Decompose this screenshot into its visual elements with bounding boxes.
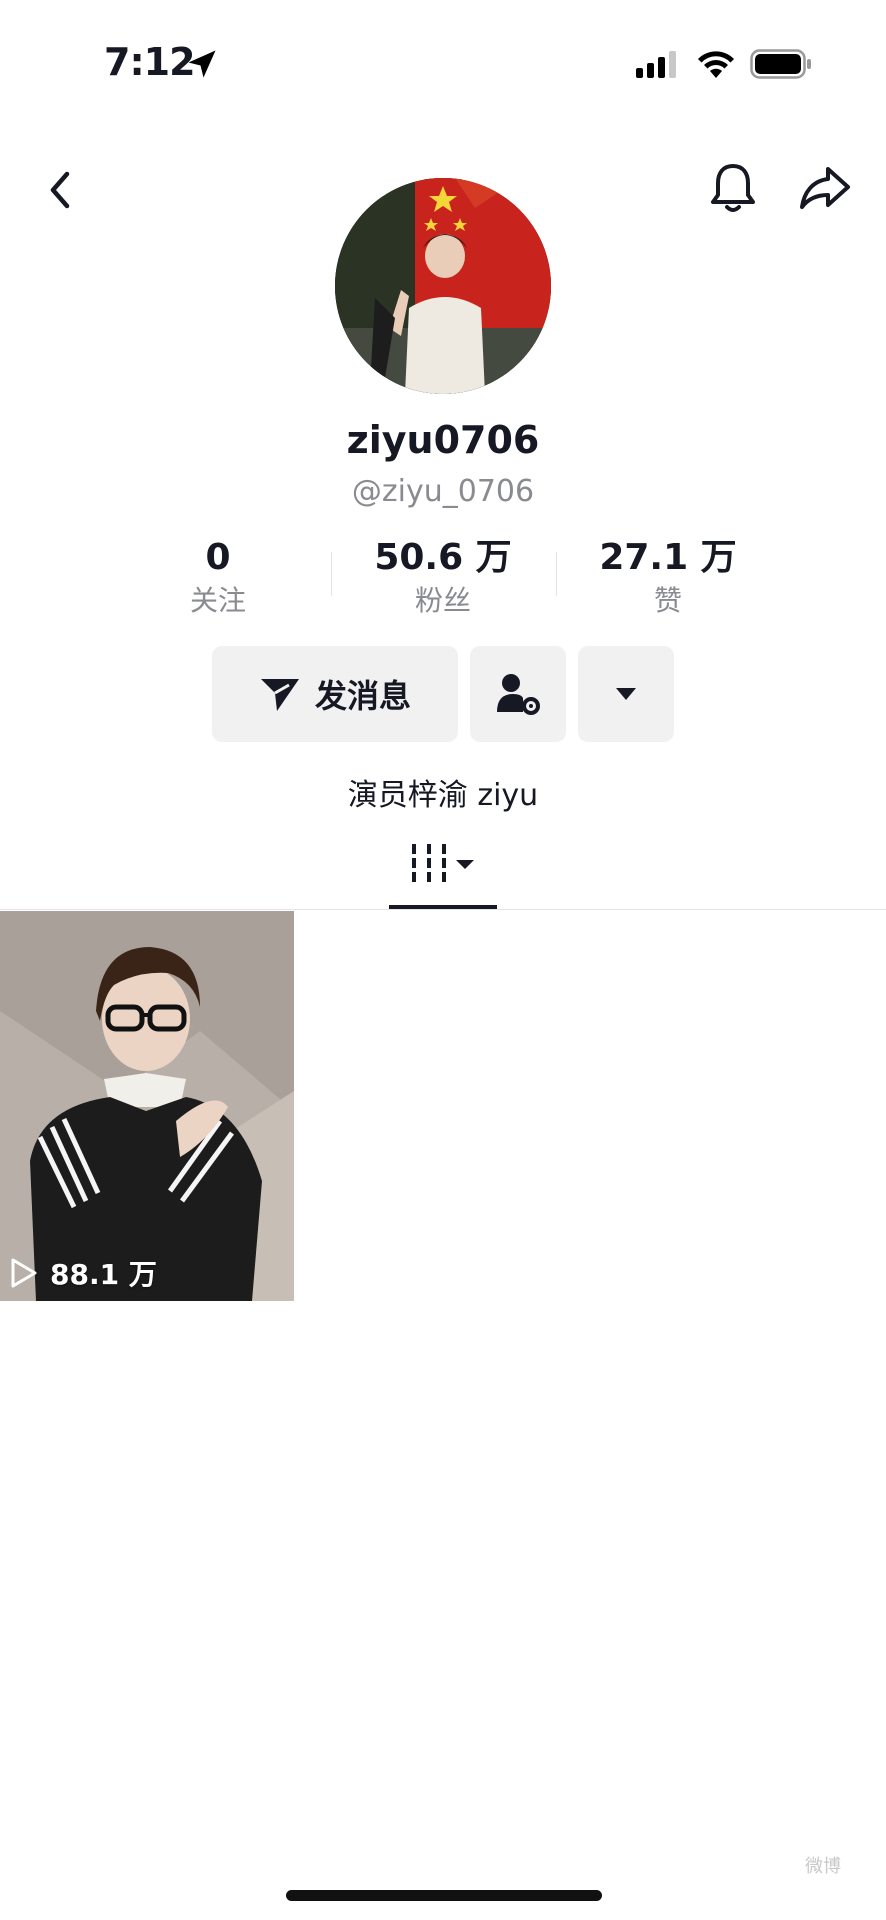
stat-followers-label: 粉丝 (414, 584, 471, 617)
play-outline-icon (11, 1258, 37, 1288)
bell-icon (711, 164, 755, 212)
chevron-left-icon (50, 171, 70, 209)
stat-likes-count: 27.1 万 (599, 537, 737, 578)
stat-divider (331, 552, 332, 596)
back-button[interactable] (30, 160, 90, 220)
share-arrow-icon (800, 167, 850, 209)
notification-bell-button[interactable] (700, 155, 766, 221)
stat-likes[interactable]: 27.1 万 赞 (578, 536, 758, 620)
grid-filter-icon[interactable] (410, 840, 480, 890)
tabs-divider (0, 909, 886, 910)
send-icon (260, 679, 299, 711)
caret-down-icon (616, 688, 636, 700)
watermark: 微博 (805, 1856, 841, 1877)
video-view-count: 88.1 万 (10, 1253, 157, 1293)
cellular-signal-icon (636, 51, 676, 78)
stat-following[interactable]: 0 关注 (128, 536, 308, 620)
stat-likes-label: 赞 (653, 584, 682, 617)
user-settings-icon (497, 674, 540, 715)
stat-followers[interactable]: 50.6 万 粉丝 (353, 536, 533, 620)
home-indicator[interactable] (286, 1890, 602, 1901)
location-arrow-icon (188, 50, 216, 78)
avatar-photo (335, 178, 551, 394)
more-options-dropdown-button[interactable] (578, 646, 674, 742)
avatar[interactable] (335, 178, 551, 394)
stat-divider (556, 552, 557, 596)
username-handle: @ziyu_0706 (351, 474, 535, 509)
stat-following-count: 0 (205, 537, 231, 578)
user-settings-button[interactable] (470, 646, 566, 742)
wifi-icon (698, 51, 734, 78)
video-thumbnail[interactable]: 88.1 万 (0, 911, 294, 1301)
stat-followers-count: 50.6 万 (374, 537, 512, 578)
profile-bio: 演员梓渝 ziyu (347, 778, 539, 813)
display-name: ziyu0706 (346, 418, 540, 462)
send-message-label: 发消息 (314, 677, 411, 715)
battery-icon (750, 49, 811, 79)
video-thumbnail-image (0, 911, 294, 1301)
send-message-button[interactable]: 发消息 (212, 646, 458, 742)
video-views: 88.1 万 (50, 1258, 157, 1291)
status-time: 7:12 (104, 40, 196, 84)
stat-following-label: 关注 (189, 584, 246, 617)
share-button[interactable] (792, 155, 858, 221)
